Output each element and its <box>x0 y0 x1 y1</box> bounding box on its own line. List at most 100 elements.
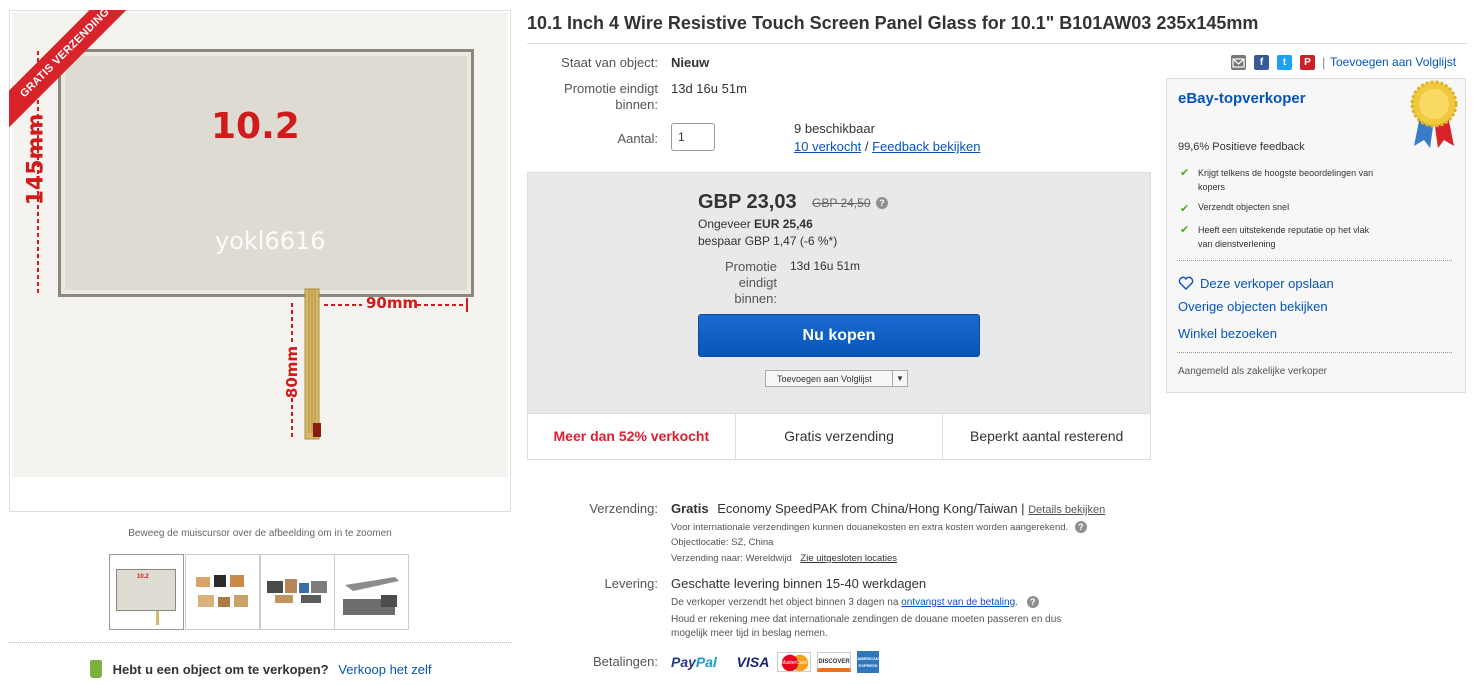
payments-label: Betalingen: <box>592 654 658 669</box>
condition-value: Nieuw <box>671 55 710 70</box>
ribbon-text: GRATIS VERZENDING <box>9 10 145 133</box>
sell-it-yourself-link[interactable]: Verkoop het zelf <box>338 662 431 677</box>
delivery-estimate: Geschatte levering binnen 15-40 werkdage… <box>671 576 927 591</box>
available-count: 9 beschikbaar <box>794 121 875 136</box>
free-shipping-badge: Gratis verzending <box>736 414 944 459</box>
customs-delay-line2: mogelijk meer tijd in beslag nemen. <box>671 628 828 639</box>
thumbnail-2[interactable] <box>185 554 260 630</box>
sold-percentage: Meer dan 52% verkocht <box>528 414 736 459</box>
sold-count-link[interactable]: 10 verkocht <box>794 139 861 154</box>
seller-point-3: Heeft een uitstekende reputatie op het v… <box>1198 223 1369 251</box>
price-tag-icon <box>90 660 102 678</box>
save-seller[interactable]: Deze verkoper opslaan <box>1178 276 1334 291</box>
watchlist-label: Toevoegen aan Volglijst <box>777 373 872 384</box>
hotness-bar: Meer dan 52% verkocht Gratis verzending … <box>527 414 1151 460</box>
free-shipping-ribbon: GRATIS VERZENDING <box>9 10 145 146</box>
ships-to-text: Verzending naar: Wereldwijd <box>671 553 792 564</box>
add-to-watchlist-button[interactable]: Toevoegen aan Volglijst ▼ <box>765 370 908 387</box>
quantity-input[interactable] <box>671 123 715 151</box>
seller-point-1-line1: Krijgt telkens de hoogste beoordelingen … <box>1198 168 1374 178</box>
seller-point-3-line1: Heeft een uitstekende reputatie op het v… <box>1198 225 1370 235</box>
sell-prompt: Hebt u een object om te verkopen? Verkoo… <box>90 660 431 678</box>
other-items-link[interactable]: Overige objecten bekijken <box>1178 299 1328 314</box>
promo-label-line2: binnen: <box>615 97 658 112</box>
divider <box>1177 352 1452 353</box>
dispatch-note-text: De verkoper verzendt het object binnen 3… <box>671 597 899 608</box>
customs-delay-line1: Houd er rekening mee dat internationale … <box>671 614 1062 625</box>
pipe-separator: | <box>1322 55 1326 70</box>
shipping-details-link[interactable]: Details bekijken <box>1028 504 1105 516</box>
customs-note: Voor internationale verzendingen kunnen … <box>671 521 1087 533</box>
save-seller-link[interactable]: Deze verkoper opslaan <box>1200 276 1334 291</box>
dispatch-note-period: . <box>1015 597 1018 608</box>
watchlist-link[interactable]: Toevoegen aan Volglijst <box>1330 55 1456 69</box>
item-location: Objectlocatie: SZ, China <box>671 537 774 548</box>
buy-now-button[interactable]: Nu kopen <box>698 314 980 357</box>
seller-point-2: Verzendt objecten snel <box>1198 202 1290 212</box>
envelope-glyph <box>1232 58 1245 68</box>
help-icon[interactable]: ? <box>876 197 888 209</box>
divider <box>527 43 1467 44</box>
checkmark-icon: ✔ <box>1180 203 1190 215</box>
delivery-label: Levering: <box>604 576 658 591</box>
approx-label: Ongeveer <box>698 217 751 231</box>
visa-logo: VISA <box>736 654 770 670</box>
zoom-hint: Beweeg de muiscursor over de afbeelding … <box>128 528 392 539</box>
checkmark-icon: ✔ <box>1180 167 1190 179</box>
divider <box>1177 260 1452 261</box>
mastercard-logo: MasterCard <box>777 652 811 672</box>
shipping-service: Economy SpeedPAK from China/Hong Kong/Ta… <box>717 501 1025 516</box>
thumbnail-label: 10.2 <box>137 574 149 580</box>
seller-point-3-line2: van dienstverlening <box>1198 239 1276 249</box>
promo-countdown: 13d 16u 51m <box>671 81 747 96</box>
twitter-icon[interactable]: t <box>1277 55 1292 70</box>
condition-label: Staat van object: <box>561 55 658 70</box>
promo-label: Promotie eindigt binnen: <box>540 81 658 113</box>
feedback-link[interactable]: Feedback bekijken <box>872 139 980 154</box>
quantity-label: Aantal: <box>617 131 658 146</box>
buybox-promo-line3: binnen: <box>734 291 777 306</box>
payment-methods: PayPal VISA MasterCard DISCOVER AMERICAN… <box>671 651 879 673</box>
thumbnail-panel: 10.2 <box>116 569 176 611</box>
help-icon[interactable]: ? <box>1026 596 1039 608</box>
email-icon[interactable] <box>1231 55 1246 70</box>
chevron-down-icon[interactable]: ▼ <box>892 371 907 386</box>
thumbnail-4[interactable] <box>334 554 409 630</box>
business-seller-note: Aangemeld als zakelijke verkoper <box>1178 366 1327 377</box>
amex-logo: AMERICAN EXPRESS <box>857 651 879 673</box>
shipping-line: Gratis Economy SpeedPAK from China/Hong … <box>671 501 1105 516</box>
item-title: 10.1 Inch 4 Wire Resistive Touch Screen … <box>527 13 1259 33</box>
discover-logo: DISCOVER <box>817 652 851 672</box>
packaging-image <box>196 575 248 607</box>
positive-feedback: 99,6% Positieve feedback <box>1178 141 1305 153</box>
price: GBP 23,03 <box>698 191 797 213</box>
approx-value: EUR 25,46 <box>754 217 813 231</box>
help-icon[interactable]: ? <box>1074 521 1087 533</box>
shipping-image <box>343 577 399 615</box>
excluded-locations-link[interactable]: Zie uitgesloten locaties <box>800 553 897 564</box>
customs-delay-note: Houd er rekening mee dat internationale … <box>671 613 1061 641</box>
promo-label-line1: Promotie eindigt <box>564 81 658 96</box>
shipping-free: Gratis <box>671 501 709 516</box>
sell-prompt-text: Hebt u een object om te verkopen? <box>112 662 329 677</box>
original-price: GBP 24,50 <box>812 196 871 210</box>
shipping-label: Verzending: <box>589 501 658 516</box>
ships-to: Verzending naar: Wereldwijd Zie uitgeslo… <box>671 553 897 564</box>
thumbnail-1[interactable]: 10.2 <box>109 554 184 630</box>
top-rated-medal-icon <box>1410 80 1458 148</box>
sold-feedback-line: 10 verkocht / Feedback bekijken <box>794 139 980 154</box>
thumbnail-3[interactable] <box>260 554 335 630</box>
separator: / <box>864 139 869 154</box>
seller-point-1-line2: kopers <box>1198 182 1226 192</box>
heart-icon <box>1178 276 1194 290</box>
buybox-promo-line1: Promotie <box>724 259 777 274</box>
thumbnail-cable <box>156 611 159 625</box>
customs-note-text: Voor internationale verzendingen kunnen … <box>671 522 1069 533</box>
pinterest-icon[interactable]: P <box>1300 55 1315 70</box>
visit-store-link[interactable]: Winkel bezoeken <box>1178 326 1277 341</box>
facebook-icon[interactable]: f <box>1254 55 1269 70</box>
payment-received-link[interactable]: ontvangst van de betaling <box>901 597 1015 608</box>
checkmark-icon: ✔ <box>1180 224 1190 236</box>
products-image <box>267 579 327 603</box>
cable-dimension: 80mm <box>283 345 302 399</box>
